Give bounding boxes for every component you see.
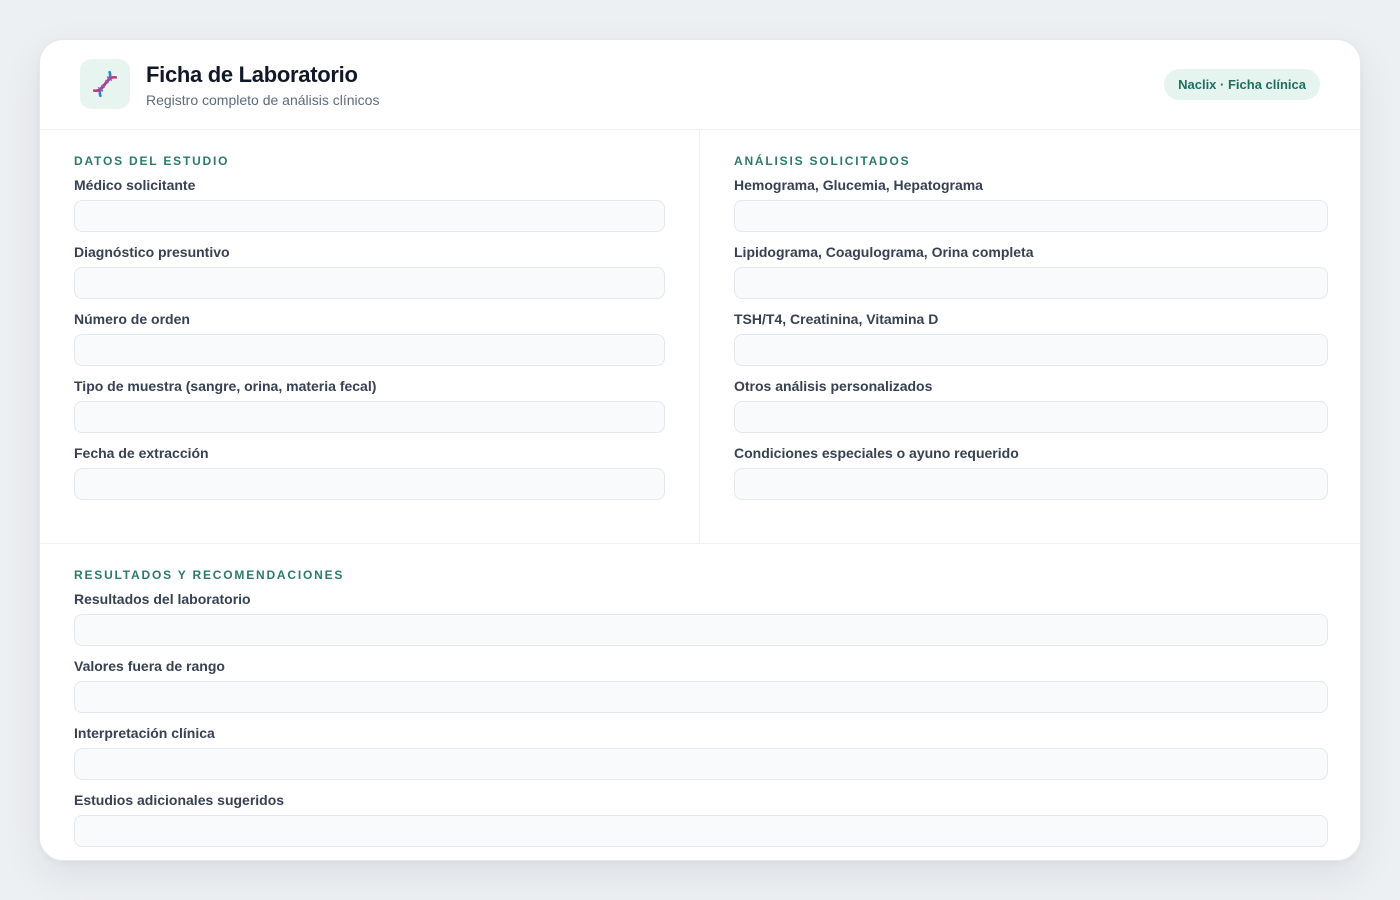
dna-icon [80, 59, 130, 109]
requesting-physician-field: Médico solicitante [74, 177, 665, 232]
field-label: Diagnóstico presuntivo [74, 244, 230, 260]
field-label: Interpretación clínica [74, 725, 215, 741]
field-label: Fecha de extracción [74, 445, 209, 461]
form-header: Ficha de Laboratorio Registro completo d… [40, 40, 1360, 130]
additional-studies-input[interactable] [74, 815, 1328, 847]
app-badge: Naclix · Ficha clínica [1164, 69, 1320, 100]
page-subtitle: Registro completo de análisis clínicos [146, 92, 380, 108]
field-label: Valores fuera de rango [74, 658, 225, 674]
special-conditions-input[interactable] [734, 468, 1328, 500]
lab-results-input[interactable] [74, 614, 1328, 646]
presumptive-diagnosis-field: Diagnóstico presuntivo [74, 244, 665, 299]
out-of-range-input[interactable] [74, 681, 1328, 713]
hemogram-input[interactable] [734, 200, 1328, 232]
field-label: Médico solicitante [74, 177, 196, 193]
results-section: RESULTADOS Y RECOMENDACIONES Resultados … [40, 543, 1360, 860]
clinical-interpretation-input[interactable] [74, 748, 1328, 780]
field-label: Condiciones especiales o ayuno requerido [734, 445, 1019, 461]
out-of-range-field: Valores fuera de rango [74, 658, 1328, 713]
lipidogram-input[interactable] [734, 267, 1328, 299]
field-label: Estudios adicionales sugeridos [74, 792, 285, 808]
field-label: Hemograma, Glucemia, Hepatograma [734, 177, 983, 193]
tsh-field: TSH/T4, Creatinina, Vitamina D [734, 311, 1328, 366]
hemogram-field: Hemograma, Glucemia, Hepatograma [734, 177, 1328, 232]
tsh-input[interactable] [734, 334, 1328, 366]
section-title: DATOS DEL ESTUDIO [74, 154, 230, 168]
lab-form-card: Ficha de Laboratorio Registro completo d… [39, 39, 1361, 861]
requested-analyses-section: ANÁLISIS SOLICITADOS Hemograma, Glucemia… [700, 130, 1360, 543]
order-number-input[interactable] [74, 334, 665, 366]
lab-results-field: Resultados del laboratorio [74, 591, 1328, 646]
field-label: Otros análisis personalizados [734, 378, 933, 394]
order-number-field: Número de orden [74, 311, 665, 366]
section-title: RESULTADOS Y RECOMENDACIONES [74, 568, 345, 582]
extraction-date-input[interactable] [74, 468, 665, 500]
requesting-physician-input[interactable] [74, 200, 665, 232]
field-label: Resultados del laboratorio [74, 591, 251, 607]
field-label: Tipo de muestra (sangre, orina, materia … [74, 378, 377, 394]
field-label: Número de orden [74, 311, 190, 327]
presumptive-diagnosis-input[interactable] [74, 267, 665, 299]
additional-studies-field: Estudios adicionales sugeridos [74, 792, 1328, 847]
special-conditions-field: Condiciones especiales o ayuno requerido [734, 445, 1328, 500]
section-title: ANÁLISIS SOLICITADOS [734, 154, 911, 168]
sample-type-field: Tipo de muestra (sangre, orina, materia … [74, 378, 665, 433]
clinical-interpretation-field: Interpretación clínica [74, 725, 1328, 780]
field-label: Lipidograma, Coagulograma, Orina complet… [734, 244, 1034, 260]
sample-type-input[interactable] [74, 401, 665, 433]
lipidogram-field: Lipidograma, Coagulograma, Orina complet… [734, 244, 1328, 299]
study-data-section: DATOS DEL ESTUDIO Médico solicitante Dia… [40, 130, 700, 543]
extraction-date-field: Fecha de extracción [74, 445, 665, 500]
other-analyses-field: Otros análisis personalizados [734, 378, 1328, 433]
other-analyses-input[interactable] [734, 401, 1328, 433]
page-title: Ficha de Laboratorio [146, 62, 358, 87]
field-label: TSH/T4, Creatinina, Vitamina D [734, 311, 939, 327]
